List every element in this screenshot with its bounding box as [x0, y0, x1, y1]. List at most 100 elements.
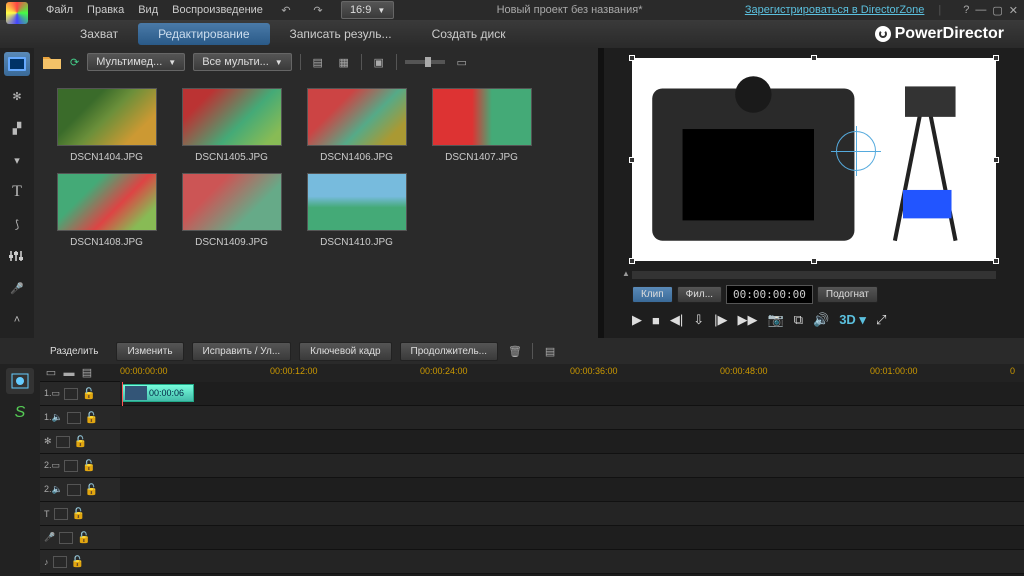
track-visibility-toggle[interactable] [67, 412, 81, 424]
close-icon[interactable]: ✕ [1009, 4, 1018, 17]
trash-icon[interactable]: 🗑 [506, 342, 524, 360]
stop-icon[interactable]: ■ [652, 313, 660, 328]
display-options-icon[interactable]: ⧉ [794, 312, 803, 328]
duration-button[interactable]: Продолжитель... [400, 342, 498, 361]
mark-in-icon[interactable]: ⇩ [693, 312, 704, 328]
media-thumbnail[interactable]: DSCN1410.JPG [304, 173, 409, 248]
menu-view[interactable]: Вид [138, 4, 158, 16]
filter-type-dropdown[interactable]: Мультимед...▼ [87, 53, 185, 71]
thumb-size-slider[interactable] [405, 60, 445, 64]
fast-forward-icon[interactable]: ▶▶ [738, 312, 758, 328]
track-lock-icon[interactable]: 🔓 [85, 411, 99, 424]
track-lane[interactable]: 00:00:06 [120, 382, 1024, 406]
track-lock-icon[interactable]: 🔓 [72, 507, 86, 520]
resize-handle[interactable] [629, 157, 635, 163]
room-voiceover[interactable]: 🎤 [4, 276, 30, 300]
modify-button[interactable]: Изменить [116, 342, 183, 361]
track-lane[interactable] [120, 550, 1024, 574]
track-visibility-toggle[interactable] [53, 556, 67, 568]
preview-tab-clip[interactable]: Клип [632, 286, 673, 303]
room-pip[interactable]: ▞ [4, 116, 30, 140]
track-lock-icon[interactable]: 🔓 [74, 435, 88, 448]
track-lane[interactable] [120, 430, 1024, 454]
time-ruler[interactable]: 00:00:00:0000:00:12:0000:00:24:0000:00:3… [120, 364, 1024, 382]
timeline-film-icon[interactable] [6, 368, 34, 394]
room-collapse-icon[interactable]: ˄ [4, 308, 30, 332]
track-visibility-toggle[interactable] [67, 484, 81, 496]
filter-all-dropdown[interactable]: Все мульти...▼ [193, 53, 292, 71]
timecode-display[interactable]: 00:00:00:00 [726, 285, 813, 304]
track-lane[interactable] [120, 406, 1024, 430]
directorzone-link[interactable]: Зарегистрироваться в DirectorZone [745, 4, 925, 16]
resize-handle[interactable] [629, 55, 635, 61]
track-lane[interactable] [120, 454, 1024, 478]
resize-handle[interactable] [993, 258, 999, 264]
media-thumbnail[interactable]: DSCN1407.JPG [429, 88, 534, 163]
room-audio-mix[interactable] [4, 244, 30, 268]
resize-handle[interactable] [811, 258, 817, 264]
room-fx[interactable]: ✻ [4, 84, 30, 108]
room-title[interactable]: T [4, 180, 30, 204]
room-transition[interactable]: ⟆ [4, 212, 30, 236]
track-view2-icon[interactable]: ▬ [62, 364, 76, 382]
view-grid-icon[interactable]: ▦ [335, 53, 353, 71]
mode-edit[interactable]: Редактирование [138, 23, 269, 45]
media-thumbnail[interactable]: DSCN1405.JPG [179, 88, 284, 163]
track-lane[interactable] [120, 502, 1024, 526]
track-visibility-toggle[interactable] [64, 388, 78, 400]
volume-icon[interactable]: 🔊 [813, 312, 829, 328]
view-details-icon[interactable]: ▤ [309, 53, 327, 71]
track-lock-icon[interactable]: 🔓 [85, 483, 99, 496]
resize-handle[interactable] [993, 157, 999, 163]
media-thumbnail[interactable]: DSCN1408.JPG [54, 173, 159, 248]
preview-viewport[interactable] [632, 58, 996, 261]
timeline-svrt-icon[interactable]: S [6, 400, 34, 426]
mode-produce[interactable]: Записать резуль... [270, 23, 412, 45]
media-thumbnail[interactable]: DSCN1409.JPG [179, 173, 284, 248]
3d-button[interactable]: 3D ▾ [839, 312, 866, 328]
fit-dropdown[interactable]: Подогнат [817, 286, 878, 303]
maximize-icon[interactable]: ▢ [992, 4, 1002, 17]
track-visibility-toggle[interactable] [56, 436, 70, 448]
undo-icon[interactable]: ↶ [277, 1, 295, 19]
track-visibility-toggle[interactable] [59, 532, 73, 544]
import-folder-icon[interactable] [42, 54, 62, 70]
track-lane[interactable] [120, 478, 1024, 502]
track-manager-icon[interactable]: ▤ [80, 364, 94, 382]
split-button[interactable]: Разделить [40, 343, 108, 360]
room-particle[interactable]: ▾ [4, 148, 30, 172]
more-tools-icon[interactable]: ▤ [541, 342, 559, 360]
menu-playback[interactable]: Воспроизведение [172, 4, 263, 16]
resize-handle[interactable] [993, 55, 999, 61]
help-icon[interactable]: ? [963, 4, 969, 17]
keyframe-button[interactable]: Ключевой кадр [299, 342, 391, 361]
track-view-icon[interactable]: ▭ [44, 364, 58, 382]
prev-frame-icon[interactable]: ◀| [670, 312, 683, 328]
media-thumbnail[interactable]: DSCN1404.JPG [54, 88, 159, 163]
menu-edit[interactable]: Правка [87, 4, 124, 16]
track-lock-icon[interactable]: 🔓 [82, 459, 96, 472]
refresh-icon[interactable]: ⟳ [70, 56, 79, 69]
track-lock-icon[interactable]: 🔓 [82, 387, 96, 400]
redo-icon[interactable]: ↷ [309, 1, 327, 19]
mode-disc[interactable]: Создать диск [412, 23, 526, 45]
track-visibility-toggle[interactable] [54, 508, 68, 520]
room-media[interactable] [4, 52, 30, 76]
resize-handle[interactable] [629, 258, 635, 264]
minimize-icon[interactable]: — [975, 4, 986, 17]
snapshot-icon[interactable]: 📷 [768, 312, 784, 328]
track-lane[interactable] [120, 526, 1024, 550]
track-lock-icon[interactable]: 🔓 [77, 531, 91, 544]
track-lock-icon[interactable]: 🔓 [71, 555, 85, 568]
crosshair-icon[interactable] [836, 131, 876, 171]
library-menu-icon[interactable]: ▣ [370, 53, 388, 71]
resize-handle[interactable] [811, 55, 817, 61]
thumb-large-icon[interactable]: ▭ [453, 53, 471, 71]
play-icon[interactable]: ▶ [632, 312, 642, 328]
preview-tab-film[interactable]: Фил... [677, 286, 722, 303]
track-visibility-toggle[interactable] [64, 460, 78, 472]
aspect-ratio-dropdown[interactable]: 16:9▼ [341, 1, 394, 19]
preview-scrubber[interactable] [632, 271, 996, 279]
menu-file[interactable]: Файл [46, 4, 73, 16]
media-thumbnail[interactable]: DSCN1406.JPG [304, 88, 409, 163]
